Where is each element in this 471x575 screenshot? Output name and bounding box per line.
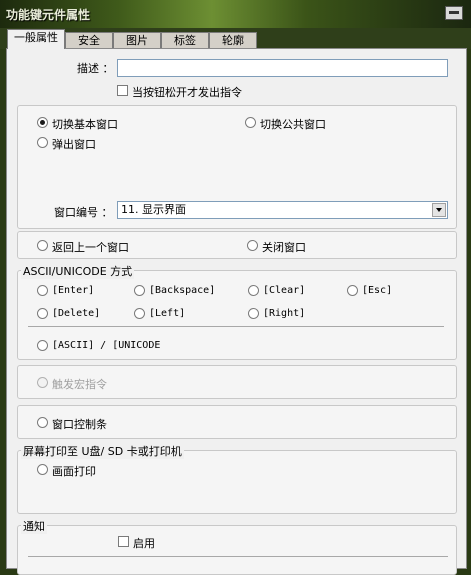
left-radio[interactable] — [134, 308, 145, 319]
macro-label: 触发宏指令 — [52, 378, 107, 391]
tab-general[interactable]: 一般属性 — [7, 29, 65, 49]
tab-bar: 一般属性 安全 图片 标签 轮廓 — [0, 28, 471, 49]
print-group: 画面打印 — [17, 450, 457, 514]
close-window-label: 关闭窗口 — [262, 241, 306, 254]
enable-label: 启用 — [133, 537, 155, 550]
notify-group: 启用 — [17, 525, 457, 575]
window-switch-group: 切换基本窗口 切换公共窗口 弹出窗口 窗口编号 ： 11. 显示界面 — [17, 105, 457, 229]
ascii-unicode-label: [ASCII] / [UNICODE — [52, 340, 161, 351]
ascii-group: [Enter] [Backspace] [Clear] [Esc] [Delet… — [17, 270, 457, 360]
release-trigger-label: 当按钮松开才发出指令 — [132, 86, 242, 99]
backspace-radio[interactable] — [134, 285, 145, 296]
window-number-select[interactable]: 11. 显示界面 — [117, 201, 448, 219]
right-label: [Right] — [263, 308, 306, 319]
esc-radio[interactable] — [347, 285, 358, 296]
window-number-label: 窗口编号 ： — [54, 206, 113, 219]
right-radio[interactable] — [248, 308, 259, 319]
description-label: 描述 ： — [77, 62, 114, 75]
clear-label: [Clear] — [263, 285, 306, 296]
print-group-label: 屏幕打印至 U盘/ SD 卡或打印机 — [21, 443, 184, 459]
left-label: [Left] — [149, 308, 186, 319]
tab-outline[interactable]: 轮廓 — [209, 32, 257, 48]
window-title: 功能键元件属性 — [6, 8, 91, 22]
esc-label: [Esc] — [362, 285, 393, 296]
ascii-unicode-radio[interactable] — [37, 340, 48, 351]
chevron-down-icon[interactable] — [432, 203, 446, 217]
enter-label: [Enter] — [52, 285, 95, 296]
macro-group: 触发宏指令 — [17, 365, 457, 399]
switch-common-label: 切换公共窗口 — [260, 118, 326, 131]
window-bar-label: 窗口控制条 — [52, 418, 107, 431]
delete-radio[interactable] — [37, 308, 48, 319]
notify-group-label: 通知 — [21, 518, 47, 534]
tab-label[interactable]: 标签 — [161, 32, 209, 48]
nav-group: 返回上一个窗口 关闭窗口 — [17, 231, 457, 259]
notify-divider — [28, 556, 448, 557]
release-trigger-checkbox[interactable] — [117, 85, 128, 96]
enable-checkbox[interactable] — [118, 536, 129, 547]
window-bar-radio[interactable] — [37, 417, 48, 428]
switch-basic-label: 切换基本窗口 — [52, 118, 118, 131]
switch-basic-radio[interactable] — [37, 117, 48, 128]
ascii-divider — [28, 326, 444, 327]
ascii-group-label: ASCII/UNICODE 方式 — [21, 263, 135, 279]
window-number-value: 11. 显示界面 — [121, 203, 186, 216]
macro-radio — [37, 377, 48, 388]
tab-security[interactable]: 安全 — [65, 32, 113, 48]
title-bar: 功能键元件属性 — [0, 0, 471, 28]
back-window-label: 返回上一个窗口 — [52, 241, 129, 254]
close-window-radio[interactable] — [247, 240, 258, 251]
description-input[interactable] — [117, 59, 448, 77]
window-bar-group: 窗口控制条 — [17, 405, 457, 439]
switch-common-radio[interactable] — [245, 117, 256, 128]
print-screen-radio[interactable] — [37, 464, 48, 475]
delete-label: [Delete] — [52, 308, 101, 319]
back-window-radio[interactable] — [37, 240, 48, 251]
popup-window-radio[interactable] — [37, 137, 48, 148]
clear-radio[interactable] — [248, 285, 259, 296]
enter-radio[interactable] — [37, 285, 48, 296]
popup-window-label: 弹出窗口 — [52, 138, 96, 151]
print-screen-label: 画面打印 — [52, 465, 96, 478]
minimize-button[interactable] — [445, 6, 463, 20]
general-properties-panel: 描述 ： 当按钮松开才发出指令 切换基本窗口 切换公共窗口 弹出窗口 窗口编号 … — [6, 48, 467, 575]
backspace-label: [Backspace] — [149, 285, 216, 296]
tab-picture[interactable]: 图片 — [113, 32, 161, 48]
